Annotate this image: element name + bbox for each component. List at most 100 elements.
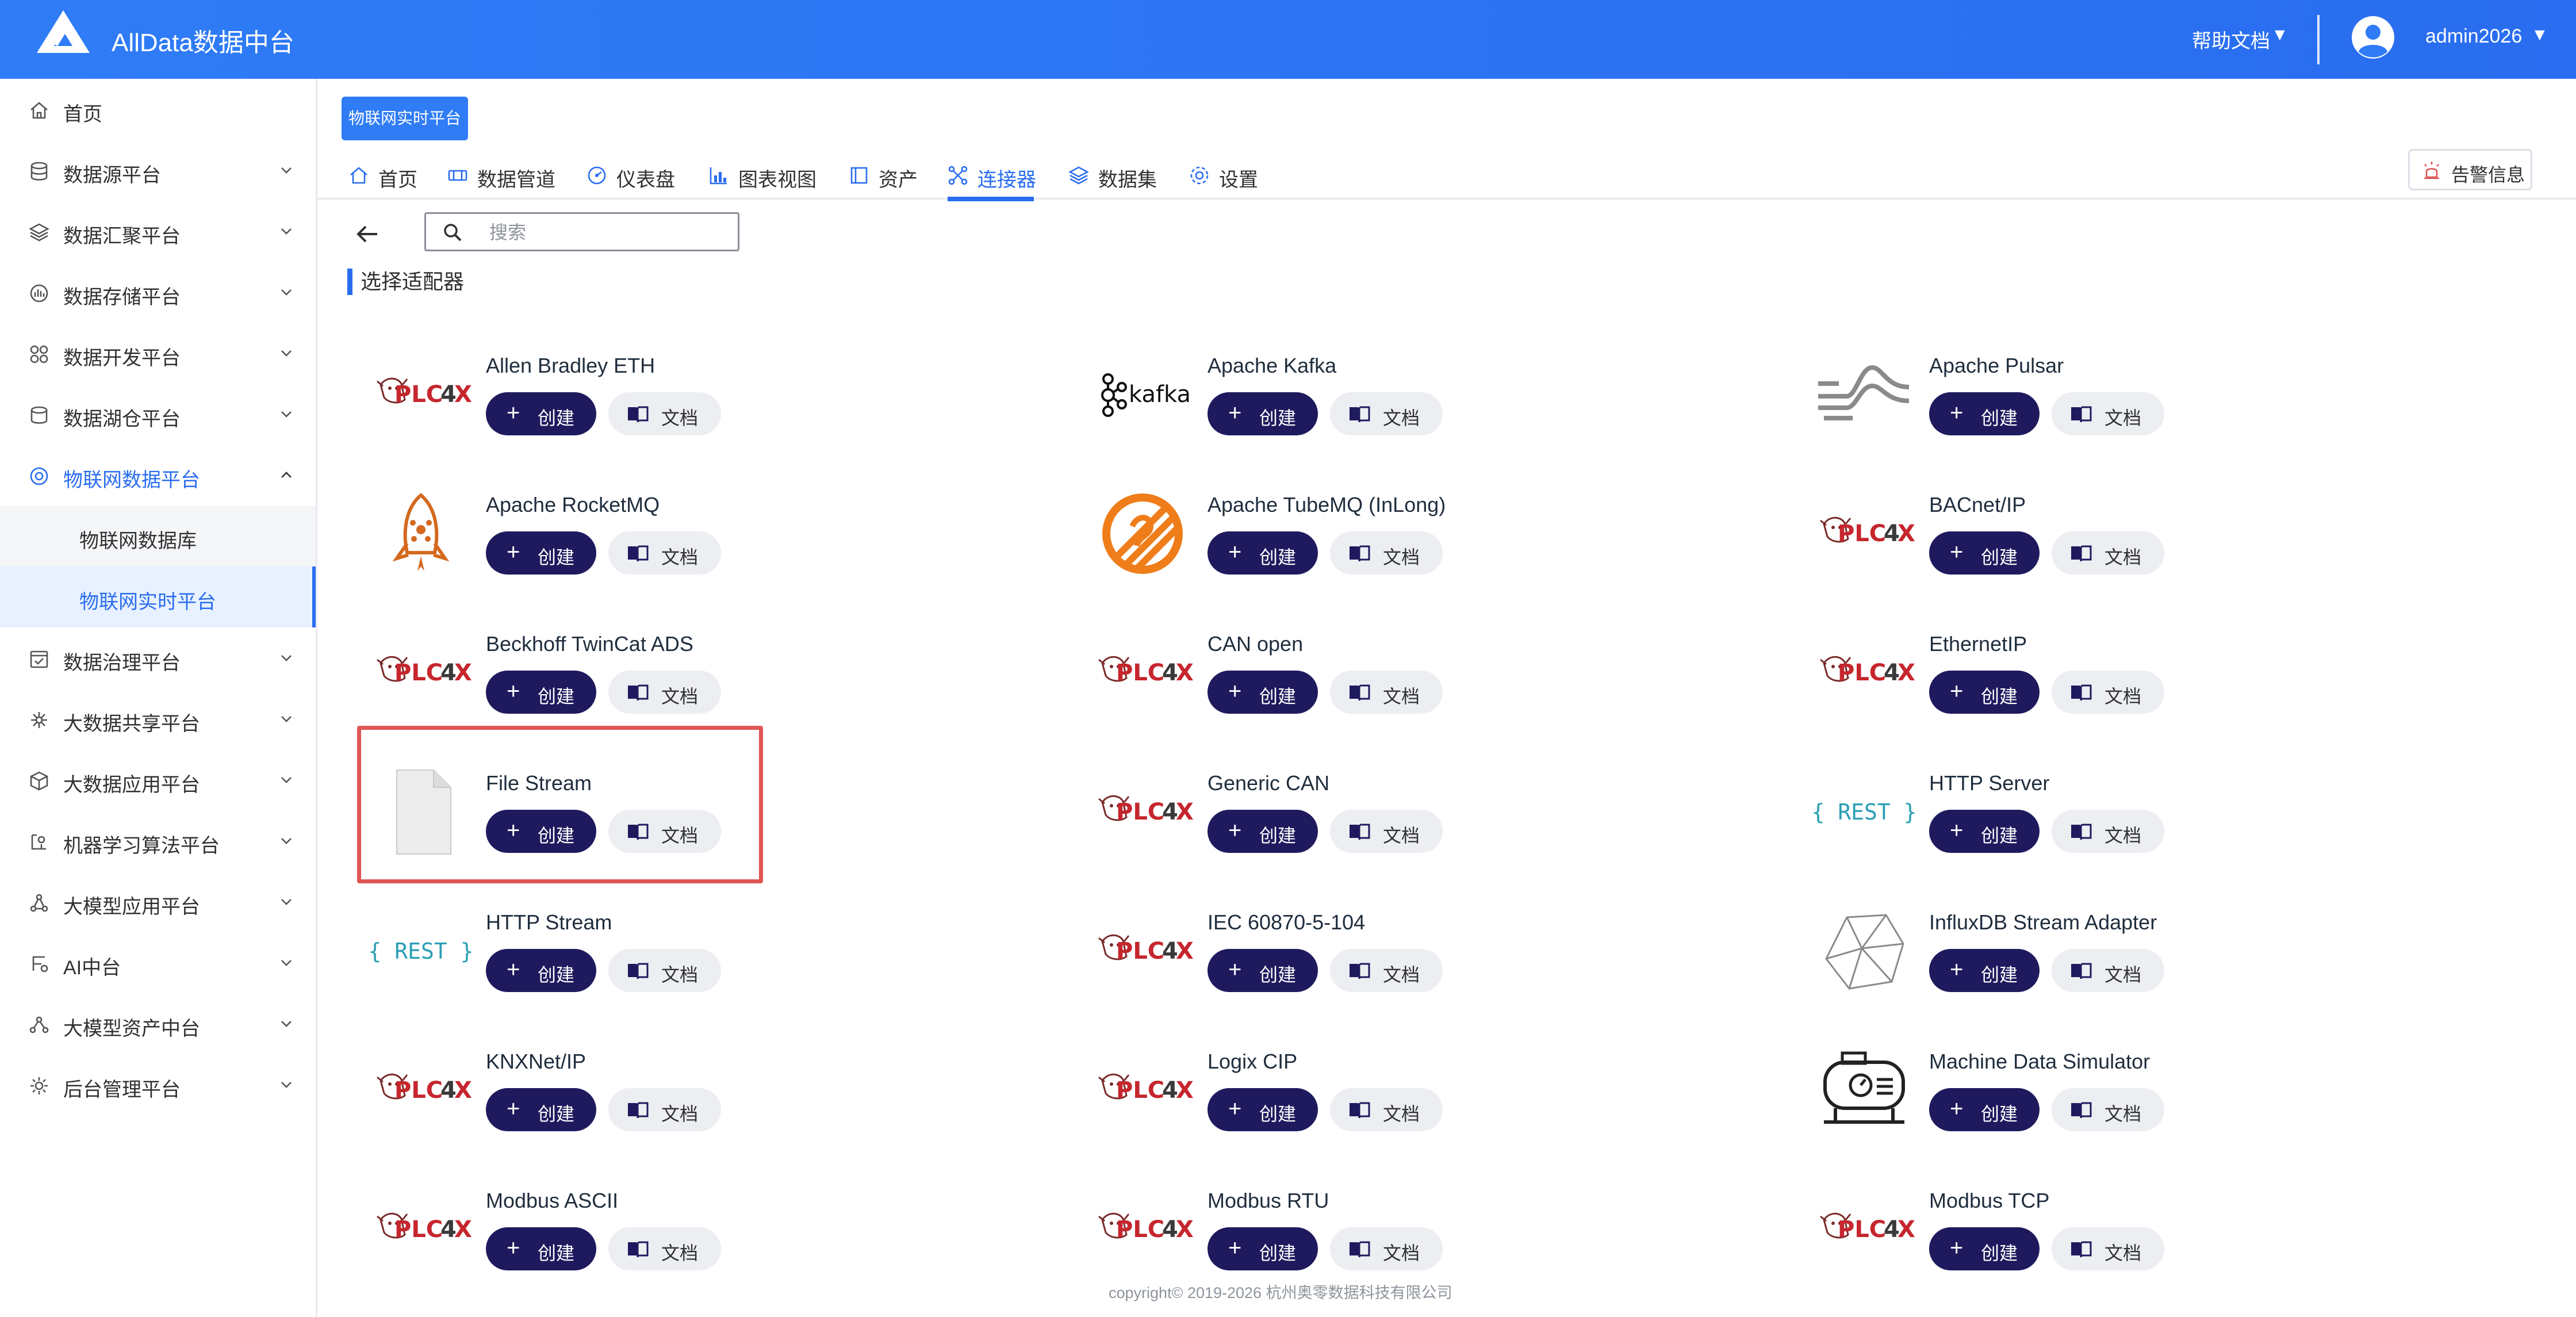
alarm-light-icon	[2424, 162, 2439, 179]
chevron-down-icon	[281, 655, 292, 661]
adapter-docs-button[interactable]: 文档	[608, 1088, 721, 1131]
create-adapter-button[interactable]: + 创建	[486, 531, 596, 575]
tab-pipeline[interactable]: 数据管道	[447, 151, 557, 200]
docs-button-label: 文档	[2104, 1104, 2142, 1124]
create-adapter-button[interactable]: + 创建	[486, 1227, 596, 1270]
tab-datasets[interactable]: 数据集	[1068, 151, 1160, 200]
back-arrow-icon[interactable]	[352, 218, 384, 250]
sidebar-item-ai[interactable]: AI中台	[0, 932, 316, 993]
chevron-down-icon	[281, 411, 292, 418]
search-field[interactable]	[424, 212, 739, 251]
adapter-docs-button[interactable]: 文档	[608, 392, 721, 435]
create-adapter-button[interactable]: + 创建	[1208, 810, 1318, 853]
username[interactable]: admin2026	[2425, 25, 2522, 48]
alarm-info-button[interactable]: 告警信息	[2408, 149, 2532, 190]
search-input[interactable]	[489, 220, 731, 245]
sidebar-subitem-iot-database[interactable]: 物联网数据库	[0, 506, 316, 566]
sidebar-item-governance[interactable]: 数据治理平台	[0, 627, 316, 688]
create-adapter-button[interactable]: + 创建	[1929, 392, 2040, 435]
tab-connectors[interactable]: 连接器	[948, 151, 1036, 201]
adapter-docs-button[interactable]: 文档	[1330, 1088, 1443, 1131]
user-dropdown-arrow-icon[interactable]: ▼	[2531, 25, 2548, 45]
sidebar-item-lakehouse[interactable]: 数据湖仓平台	[0, 384, 316, 445]
svg-text:X: X	[1897, 520, 1915, 547]
adapter-docs-button[interactable]: 文档	[1330, 1227, 1443, 1270]
create-button-label: 创建	[538, 408, 575, 428]
plc4x-logo-icon: PLC 4 X	[1091, 769, 1194, 855]
tab-chart-view[interactable]: 图表视图	[708, 151, 819, 200]
book-icon	[2070, 405, 2092, 423]
sidebar-item-ml[interactable]: 机器学习算法平台	[0, 810, 316, 871]
adapter-docs-button[interactable]: 文档	[608, 810, 721, 853]
create-button-label: 创建	[1981, 964, 2018, 985]
sidebar-item-datasource[interactable]: 数据源平台	[0, 140, 316, 201]
create-adapter-button[interactable]: + 创建	[486, 671, 596, 714]
ml-icon	[31, 834, 46, 850]
current-page-tag[interactable]: 物联网实时平台	[342, 97, 468, 140]
adapter-card: kafka Apache Kafka + 创建 文档	[1091, 325, 1482, 450]
sidebar-item-application[interactable]: 大数据应用平台	[0, 749, 316, 810]
create-adapter-button[interactable]: + 创建	[1929, 1227, 2040, 1270]
create-adapter-button[interactable]: + 创建	[1929, 671, 2040, 714]
create-adapter-button[interactable]: + 创建	[486, 949, 596, 992]
sidebar-item-storage[interactable]: 数据存储平台	[0, 262, 316, 323]
chevron-down-icon	[281, 1021, 292, 1027]
docs-button-label: 文档	[2104, 964, 2142, 985]
adapter-docs-button[interactable]: 文档	[608, 671, 721, 714]
create-adapter-button[interactable]: + 创建	[1208, 1088, 1318, 1131]
adapter-docs-button[interactable]: 文档	[1330, 531, 1443, 575]
app-title[interactable]: AllData数据中台	[112, 22, 294, 59]
help-docs-menu[interactable]: 帮助文档	[2192, 25, 2270, 53]
plc4x-logo-icon: PLC 4 X	[369, 1186, 473, 1273]
sidebar-item-admin[interactable]: 后台管理平台	[0, 1054, 316, 1115]
sidebar-item-iot[interactable]: 物联网数据平台	[0, 445, 316, 506]
adapter-docs-button[interactable]: 文档	[2052, 1227, 2164, 1270]
create-adapter-button[interactable]: + 创建	[1208, 531, 1318, 575]
svg-text:X: X	[454, 660, 472, 686]
adapter-docs-button[interactable]: 文档	[2052, 949, 2164, 992]
sidebar-item-aggregation[interactable]: 数据汇聚平台	[0, 201, 316, 262]
help-dropdown-arrow-icon[interactable]: ▼	[2271, 25, 2288, 45]
sidebar-item-llm-app[interactable]: 大模型应用平台	[0, 871, 316, 932]
adapter-docs-button[interactable]: 文档	[2052, 392, 2164, 435]
adapter-docs-button[interactable]: 文档	[608, 1227, 721, 1270]
user-avatar-icon[interactable]	[2351, 15, 2395, 60]
create-adapter-button[interactable]: + 创建	[1208, 949, 1318, 992]
adapter-docs-button[interactable]: 文档	[2052, 531, 2164, 575]
sidebar-item-development[interactable]: 数据开发平台	[0, 323, 316, 384]
adapter-docs-button[interactable]: 文档	[2052, 671, 2164, 714]
sidebar-item-home[interactable]: 首页	[0, 79, 316, 140]
docs-button-label: 文档	[661, 1104, 699, 1124]
create-adapter-button[interactable]: + 创建	[1929, 531, 2040, 575]
plc4x-logo-icon: PLC 4 X	[369, 630, 473, 716]
adapter-docs-button[interactable]: 文档	[2052, 810, 2164, 853]
adapter-docs-button[interactable]: 文档	[1330, 392, 1443, 435]
tab-dashboard[interactable]: 仪表盘	[586, 151, 678, 200]
tab-home[interactable]: 首页	[348, 151, 417, 200]
create-adapter-button[interactable]: + 创建	[1929, 1088, 2040, 1131]
sidebar-item-sharing[interactable]: 大数据共享平台	[0, 688, 316, 749]
docs-button-label: 文档	[1383, 547, 1420, 568]
create-adapter-button[interactable]: + 创建	[1208, 392, 1318, 435]
create-adapter-button[interactable]: + 创建	[486, 392, 596, 435]
adapter-docs-button[interactable]: 文档	[1330, 671, 1443, 714]
adapter-docs-button[interactable]: 文档	[1330, 949, 1443, 992]
adapter-docs-button[interactable]: 文档	[2052, 1088, 2164, 1131]
create-adapter-button[interactable]: + 创建	[1208, 671, 1318, 714]
tab-assets[interactable]: 资产	[849, 151, 918, 200]
connector-icon	[948, 166, 968, 185]
adapter-docs-button[interactable]: 文档	[608, 949, 721, 992]
adapter-docs-button[interactable]: 文档	[1330, 810, 1443, 853]
create-adapter-button[interactable]: + 创建	[486, 1088, 596, 1131]
create-adapter-button[interactable]: + 创建	[486, 810, 596, 853]
sidebar-subitem-iot-realtime[interactable]: 物联网实时平台	[0, 566, 316, 627]
machine-logo-icon	[1812, 1047, 1916, 1134]
alldata-logo-icon[interactable]	[34, 8, 92, 54]
tab-settings[interactable]: 设置	[1189, 151, 1264, 200]
adapter-docs-button[interactable]: 文档	[608, 531, 721, 575]
adapter-card: PLC 4 X Allen Bradley ETH + 创建 文档	[369, 325, 760, 450]
sidebar-item-llm-asset[interactable]: 大模型资产中台	[0, 993, 316, 1054]
create-adapter-button[interactable]: + 创建	[1929, 949, 2040, 992]
create-adapter-button[interactable]: + 创建	[1929, 810, 2040, 853]
create-adapter-button[interactable]: + 创建	[1208, 1227, 1318, 1270]
